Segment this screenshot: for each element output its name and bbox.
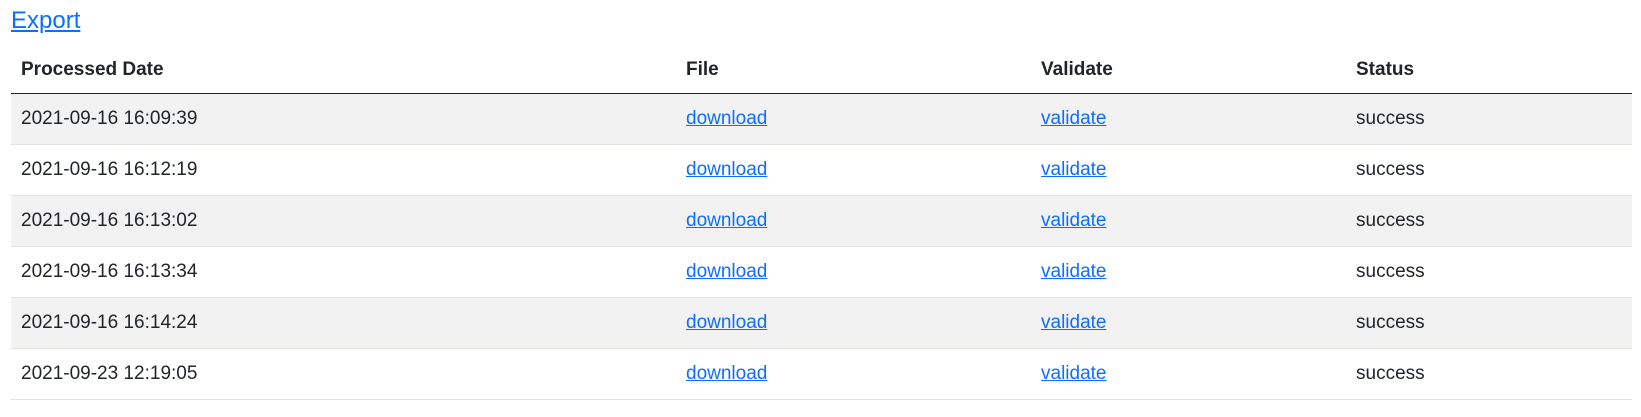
validate-link[interactable]: validate [1041,210,1107,231]
row-status: success [1346,348,1632,400]
row-status: success [1346,144,1632,196]
row-file-cell: download [676,195,1031,247]
row-processed-date: 2021-09-16 16:12:19 [11,144,676,196]
download-link[interactable]: download [686,210,767,231]
table-row: 2021-09-23 12:19:05 download validate su… [11,348,1632,400]
table-row: 2021-09-16 16:12:19 download validate su… [11,144,1632,196]
download-link[interactable]: download [686,312,767,333]
header-row: Processed Date File Validate Status [11,48,1632,94]
row-status: success [1346,195,1632,247]
row-status: success [1346,246,1632,298]
validate-link[interactable]: validate [1041,261,1107,282]
validate-link[interactable]: validate [1041,159,1107,180]
download-link[interactable]: download [686,159,767,180]
table-body: 2021-09-16 16:09:39 download validate su… [11,93,1632,400]
row-validate-cell: validate [1031,297,1346,349]
download-link[interactable]: download [686,261,767,282]
header-validate: Validate [1031,48,1346,94]
table-row: 2021-09-16 16:09:39 download validate su… [11,93,1632,145]
header-status: Status [1346,48,1632,94]
header-processed-date: Processed Date [11,48,676,94]
table-row: 2021-09-16 16:14:24 download validate su… [11,297,1632,349]
table-row: 2021-09-16 16:13:02 download validate su… [11,195,1632,247]
row-status: success [1346,297,1632,349]
table-row: 2021-09-16 16:13:34 download validate su… [11,246,1632,298]
row-file-cell: download [676,297,1031,349]
table-header: Processed Date File Validate Status [11,48,1632,94]
row-validate-cell: validate [1031,195,1346,247]
row-processed-date: 2021-09-16 16:13:02 [11,195,676,247]
row-processed-date: 2021-09-16 16:09:39 [11,93,676,145]
row-status: success [1346,93,1632,145]
row-validate-cell: validate [1031,144,1346,196]
row-validate-cell: validate [1031,348,1346,400]
row-processed-date: 2021-09-16 16:14:24 [11,297,676,349]
row-file-cell: download [676,93,1031,145]
validate-link[interactable]: validate [1041,312,1107,333]
row-validate-cell: validate [1031,246,1346,298]
export-link[interactable]: Export [11,6,80,36]
download-link[interactable]: download [686,108,767,129]
row-processed-date: 2021-09-16 16:13:34 [11,246,676,298]
row-file-cell: download [676,348,1031,400]
row-processed-date: 2021-09-23 12:19:05 [11,348,676,400]
header-file: File [676,48,1031,94]
validate-link[interactable]: validate [1041,363,1107,384]
row-validate-cell: validate [1031,93,1346,145]
row-file-cell: download [676,144,1031,196]
download-link[interactable]: download [686,363,767,384]
validate-link[interactable]: validate [1041,108,1107,129]
row-file-cell: download [676,246,1031,298]
page: Export Processed Date File Validate Stat… [0,0,1641,417]
results-table: Processed Date File Validate Status 2021… [11,48,1632,400]
